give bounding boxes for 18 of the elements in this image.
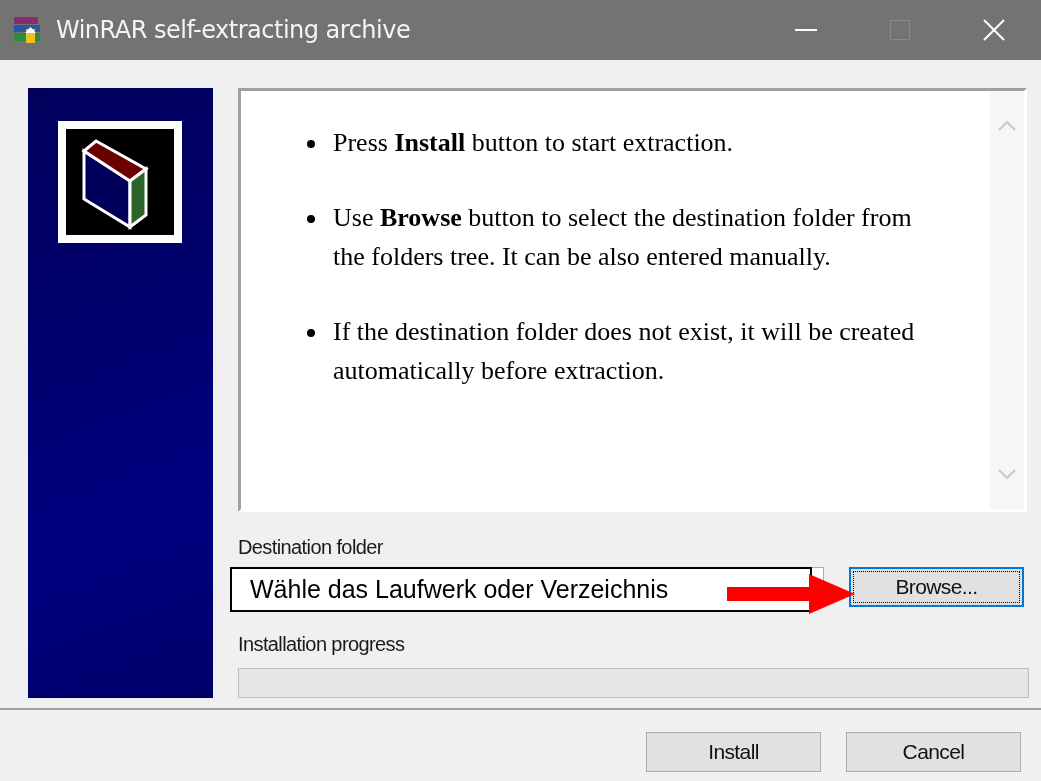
instruction-text: Press Install button to start extraction. xyxy=(333,127,734,159)
instruction-text: Use Browse button to select the destination folder from the folders tree. It can be also entered manually. xyxy=(333,202,913,273)
instruction-text: If the destination folder does not exist, it will be created automatically before extraction. xyxy=(333,316,916,387)
dialog-button[interactable]: Cancel xyxy=(846,732,1021,772)
progress-label: Installation progress xyxy=(238,633,406,656)
dialog-button[interactable]: Install xyxy=(646,732,821,772)
bullet-dot xyxy=(307,140,315,148)
destination-label: Destination folder xyxy=(238,536,384,559)
chevron-up-icon xyxy=(998,121,1016,131)
close-icon xyxy=(983,19,1005,41)
annotation-tooltip: Wähle das Laufwerk oder Verzeichnis xyxy=(230,567,812,612)
bullet-dot xyxy=(307,329,315,337)
box-logo-icon xyxy=(66,129,174,235)
window-title: WinRAR self-extracting archive xyxy=(56,16,412,44)
minimize-icon xyxy=(795,29,817,31)
chevron-down-icon xyxy=(998,469,1016,479)
browse-button[interactable]: Browse... xyxy=(849,567,1024,607)
bullet-dot xyxy=(307,215,315,223)
